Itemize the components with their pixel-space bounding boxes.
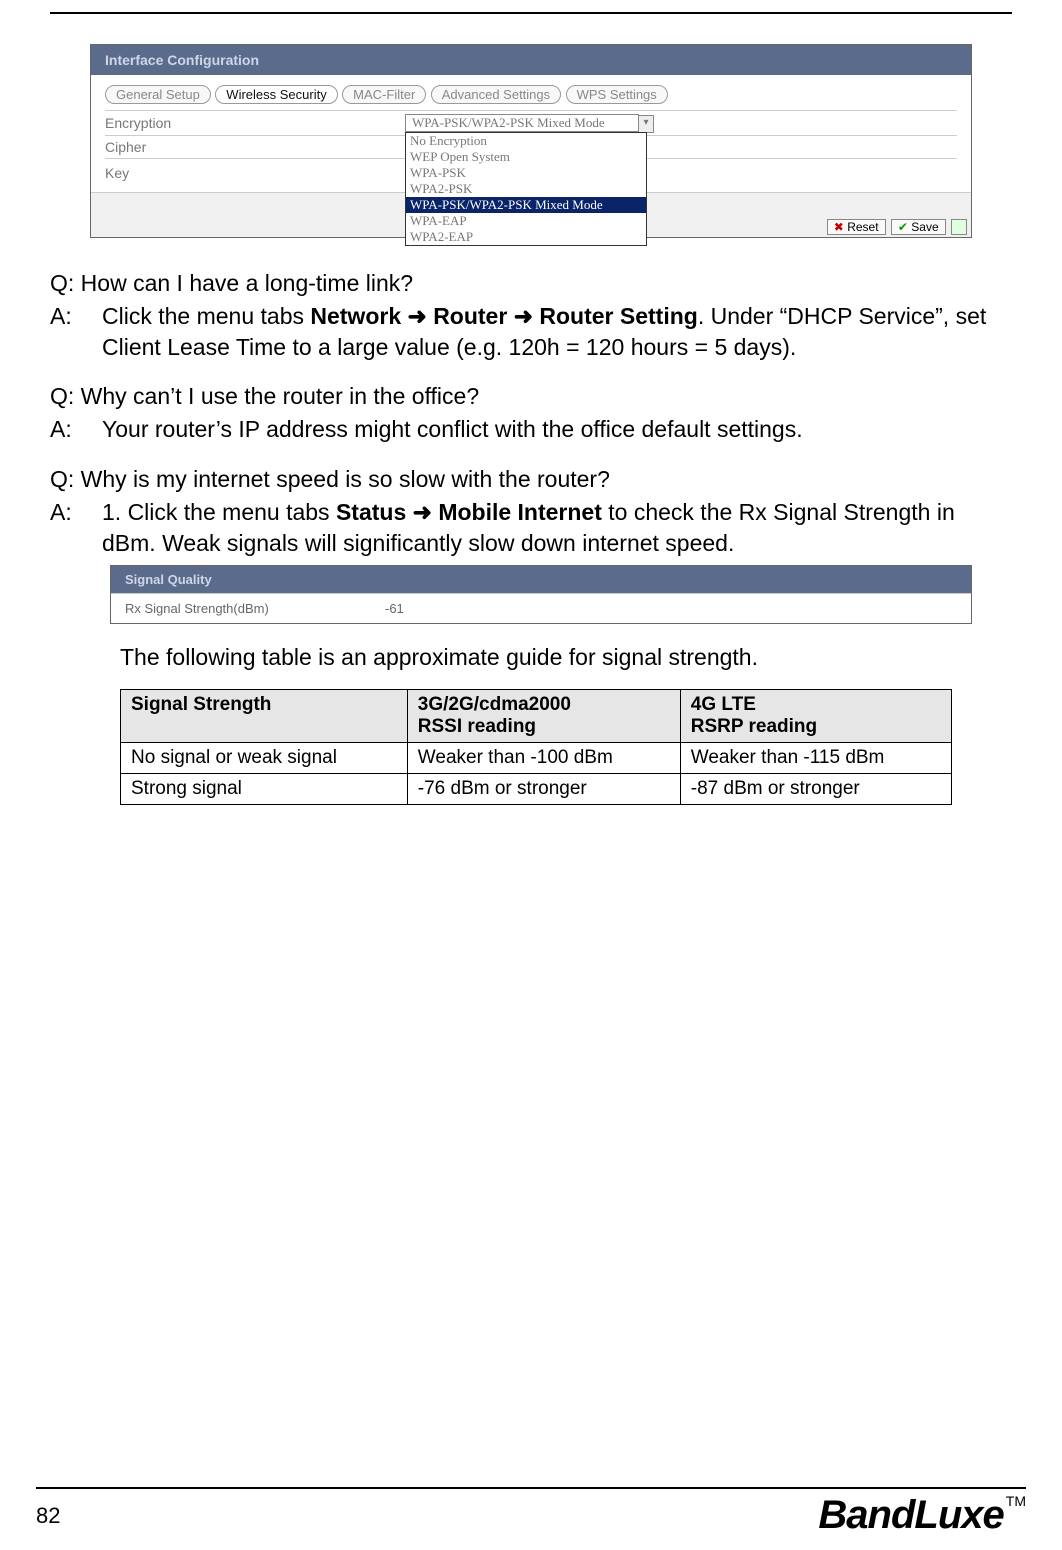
q1-answer: Click the menu tabs Network ➜ Router ➜ R… [102, 301, 1012, 363]
qa-block-1: Q: How can I have a long-time link? A: C… [50, 268, 1012, 363]
cancel-icon: ✖ [834, 220, 844, 234]
table-row: No signal or weak signal Weaker than -10… [121, 742, 952, 773]
rx-signal-value: -61 [385, 601, 404, 616]
q2-a-prefix: A: [50, 414, 102, 445]
dropdown-option-selected[interactable]: WPA-PSK/WPA2-PSK Mixed Mode [406, 197, 646, 213]
q2-answer: Your router’s IP address might conflict … [102, 414, 1012, 445]
signal-quality-title: Signal Quality [111, 566, 971, 593]
interface-config-panel: Interface Configuration General Setup Wi… [90, 44, 972, 238]
th-4g-rsrp: 4G LTERSRP reading [680, 689, 951, 742]
encryption-label: Encryption [105, 115, 405, 131]
check-icon: ✔ [898, 220, 908, 234]
dropdown-option[interactable]: WPA-EAP [406, 213, 646, 229]
cipher-label: Cipher [105, 139, 405, 155]
td: No signal or weak signal [121, 742, 408, 773]
q1-question: Q: How can I have a long-time link? [50, 268, 1012, 299]
page-number: 82 [36, 1503, 60, 1529]
encryption-dropdown: No Encryption WEP Open System WPA-PSK WP… [405, 132, 647, 246]
tab-advanced-settings[interactable]: Advanced Settings [431, 85, 561, 104]
td: Strong signal [121, 773, 408, 804]
q3-a-prefix: A: [50, 497, 102, 559]
td: Weaker than -100 dBm [407, 742, 680, 773]
rx-signal-label: Rx Signal Strength(dBm) [125, 601, 385, 616]
tab-wps-settings[interactable]: WPS Settings [566, 85, 668, 104]
th-signal-strength: Signal Strength [121, 689, 408, 742]
q2-question: Q: Why can’t I use the router in the off… [50, 381, 1012, 412]
dropdown-option[interactable]: WEP Open System [406, 149, 646, 165]
q3-answer: 1. Click the menu tabs Status ➜ Mobile I… [102, 497, 1012, 559]
dropdown-option[interactable]: No Encryption [406, 133, 646, 149]
tab-wireless-security[interactable]: Wireless Security [215, 85, 337, 104]
row-encryption: Encryption WPA-PSK/WPA2-PSK Mixed Mode ▾… [105, 110, 957, 135]
signal-quality-panel: Signal Quality Rx Signal Strength(dBm) -… [110, 565, 972, 624]
tab-mac-filter[interactable]: MAC-Filter [342, 85, 426, 104]
chevron-down-icon[interactable]: ▾ [638, 115, 654, 133]
top-rule [50, 12, 1012, 14]
apply-icon[interactable] [951, 219, 967, 235]
brand-logo: BandLuxeTM [818, 1493, 1026, 1538]
guide-text: The following table is an approximate gu… [120, 644, 1012, 671]
th-3g-rssi: 3G/2G/cdma2000RSSI reading [407, 689, 680, 742]
q1-a-prefix: A: [50, 301, 102, 363]
qa-block-2: Q: Why can’t I use the router in the off… [50, 381, 1012, 445]
signal-strength-table: Signal Strength 3G/2G/cdma2000RSSI readi… [120, 689, 952, 805]
encryption-select[interactable]: WPA-PSK/WPA2-PSK Mixed Mode ▾ [405, 114, 639, 132]
tab-general-setup[interactable]: General Setup [105, 85, 211, 104]
qa-block-3: Q: Why is my internet speed is so slow w… [50, 464, 1012, 559]
td: Weaker than -115 dBm [680, 742, 951, 773]
dropdown-option[interactable]: WPA-PSK [406, 165, 646, 181]
td: -87 dBm or stronger [680, 773, 951, 804]
encryption-select-value: WPA-PSK/WPA2-PSK Mixed Mode [412, 115, 605, 130]
signal-quality-row: Rx Signal Strength(dBm) -61 [111, 593, 971, 623]
panel-title: Interface Configuration [91, 45, 971, 75]
page-footer: 82 BandLuxeTM [36, 1487, 1026, 1538]
key-label: Key [105, 165, 405, 181]
dropdown-option[interactable]: WPA2-EAP [406, 229, 646, 245]
td: -76 dBm or stronger [407, 773, 680, 804]
table-row: Strong signal -76 dBm or stronger -87 dB… [121, 773, 952, 804]
dropdown-option[interactable]: WPA2-PSK [406, 181, 646, 197]
reset-button[interactable]: ✖ Reset [827, 219, 886, 235]
tabs-row: General Setup Wireless Security MAC-Filt… [105, 85, 957, 104]
q3-question: Q: Why is my internet speed is so slow w… [50, 464, 1012, 495]
save-button[interactable]: ✔ Save [891, 219, 946, 235]
footer-rule [36, 1487, 1026, 1489]
